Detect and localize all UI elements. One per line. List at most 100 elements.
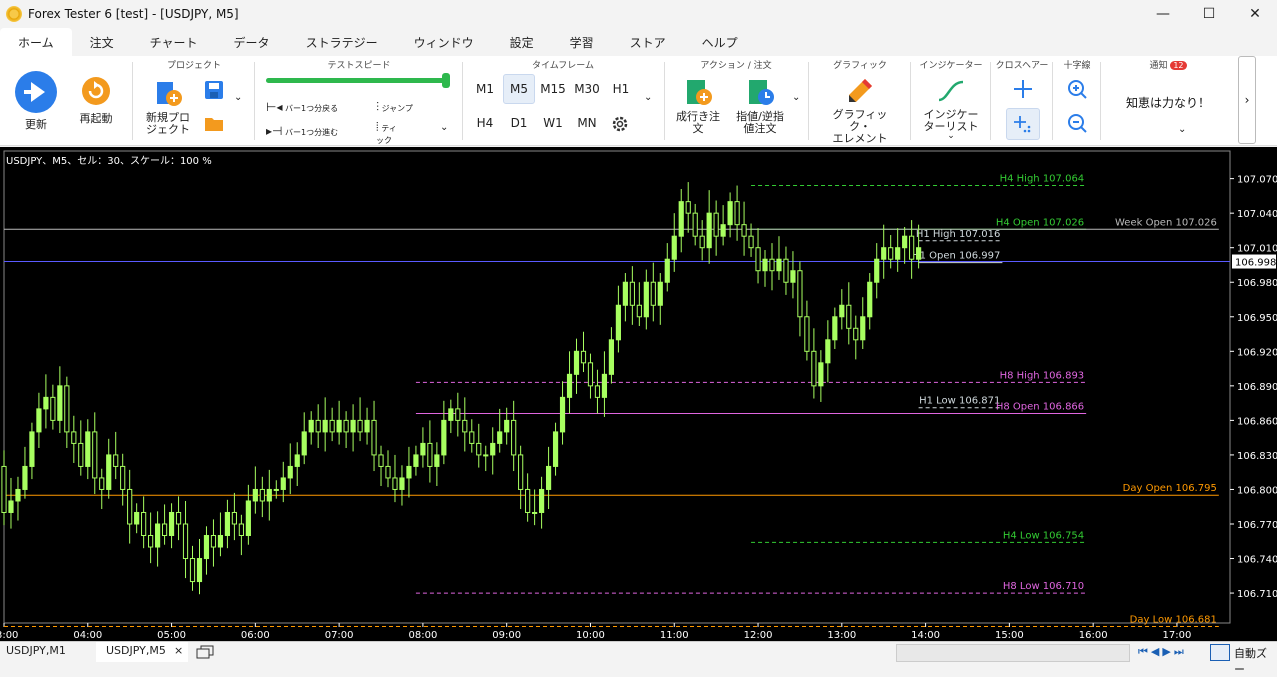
restart-button[interactable]: 再起動 — [74, 76, 118, 125]
time-tick-label: 17:00 — [1163, 630, 1192, 641]
indicator-title: インジケーター — [919, 61, 983, 71]
candle-body — [895, 247, 901, 260]
menu-8[interactable]: ストア — [612, 28, 684, 56]
chart-scrollbar[interactable] — [896, 644, 1130, 662]
zoom-in-button[interactable] — [1066, 78, 1088, 103]
candle-body — [804, 316, 810, 352]
graphic-group: グラフィック グラフィック・ エレメント ⌄ — [810, 56, 910, 153]
price-tick-label: 106.830 — [1237, 451, 1277, 462]
candle-body — [490, 442, 496, 456]
menu-7[interactable]: 学習 — [552, 28, 612, 56]
timeframe-chevron-icon[interactable]: ⌄ — [644, 92, 652, 103]
chart-info: USDJPY、M5、セル：30、スケール：100 % — [6, 156, 212, 167]
auto-zoom-toggle[interactable] — [1210, 644, 1230, 661]
level-label: H4 Low 106.754 — [1003, 530, 1084, 541]
graphic-elements-label: グラフィック・ エレメント — [832, 108, 888, 145]
candle-body — [427, 442, 433, 467]
crosshair-button[interactable] — [1012, 78, 1034, 103]
speed-slider[interactable] — [266, 73, 450, 88]
open-folder-button[interactable] — [204, 114, 224, 135]
indicator-chevron-icon[interactable]: ⌄ — [918, 132, 984, 141]
bar-forward-button[interactable]: ▸⊣ バー1つ分進む — [266, 124, 338, 138]
menu-0[interactable]: ホーム — [0, 28, 72, 56]
chevron-down-icon[interactable]: ⌄ — [234, 92, 242, 103]
limit-order-button[interactable]: 指値/逆指 値注文 — [730, 78, 790, 135]
candle-body — [399, 477, 405, 490]
timeframe-h1[interactable]: H1 — [605, 74, 637, 104]
menu-5[interactable]: ウィンドウ — [396, 28, 492, 56]
price-tick-label: 106.740 — [1237, 555, 1277, 566]
crosshair-icon — [1014, 80, 1032, 98]
level-label: H8 Open 106.866 — [996, 401, 1084, 412]
test-speed-group: テストスピード ⊢◂ バー1つ分戻る ▸⊣ バー1つ分進む ⫶ ジャンプ ⦙ テ… — [256, 56, 462, 146]
candle-body — [161, 523, 168, 537]
new-project-label: 新規プロ ジェクト — [146, 111, 190, 136]
candle-body — [860, 316, 866, 341]
speed-chevron-icon[interactable]: ⌄ — [440, 122, 448, 133]
bar-back-button[interactable]: ⊢◂ バー1つ分戻る — [266, 100, 338, 114]
action-chevron-icon[interactable]: ⌄ — [792, 92, 800, 103]
maximize-button[interactable]: ☐ — [1186, 0, 1232, 28]
candle-body — [916, 247, 922, 260]
candle-body — [692, 212, 698, 237]
candle-body — [559, 396, 566, 433]
candle-body — [846, 304, 852, 329]
update-button[interactable]: 更新 — [12, 70, 60, 131]
update-icon — [15, 71, 57, 113]
new-window-icon[interactable] — [196, 645, 214, 662]
timeframe-m1[interactable]: M1 — [469, 74, 501, 104]
window-title: Forex Tester 6 [test] - [USDJPY, M5] — [28, 7, 239, 21]
new-project-button[interactable]: 新規プロ ジェクト — [142, 78, 194, 136]
close-button[interactable]: ✕ — [1232, 0, 1277, 28]
candle-body — [420, 442, 426, 456]
candle-body — [350, 419, 356, 433]
last-bar-icon[interactable]: ⏭ — [1174, 645, 1187, 658]
speed-slider-handle[interactable] — [442, 73, 450, 88]
candle-body — [539, 488, 545, 513]
ribbon-scroll-right-button[interactable]: › — [1238, 56, 1256, 144]
timeframe-mn[interactable]: MN — [571, 108, 603, 138]
timeframe-w1[interactable]: W1 — [537, 108, 569, 138]
candle-body — [22, 465, 28, 490]
jump-button[interactable]: ⫶ ジャンプ — [376, 100, 413, 115]
update-label: 更新 — [25, 118, 47, 131]
crosshair-tool-button[interactable] — [1006, 108, 1040, 140]
menu-9[interactable]: ヘルプ — [684, 28, 756, 56]
timeframe-group: タイムフレーム M1 M5 M15 M30 H1 H4 D1 W1 MN ⌄ — [464, 56, 662, 146]
timeframe-m5[interactable]: M5 — [503, 74, 535, 104]
timeframe-m30[interactable]: M30 — [571, 74, 603, 104]
indicator-list-button[interactable]: インジケー ターリスト ⌄ — [918, 76, 984, 141]
market-order-button[interactable]: 成行き注 文 — [672, 78, 724, 135]
graphic-elements-button[interactable]: グラフィック・ エレメント ⌄ — [824, 76, 896, 153]
timeframe-h4[interactable]: H4 — [469, 108, 501, 138]
menu-6[interactable]: 設定 — [492, 28, 552, 56]
timeframe-d1[interactable]: D1 — [503, 108, 535, 138]
bar-forward-icon: ▸⊣ — [266, 124, 283, 138]
candle-body — [50, 396, 56, 421]
tab-usdjpy-m1[interactable]: USDJPY,M1 — [6, 644, 66, 657]
menu-1[interactable]: 注文 — [72, 28, 132, 56]
candle-body — [245, 500, 251, 537]
time-tick-label: 09:00 — [492, 630, 521, 641]
minimize-button[interactable]: — — [1140, 0, 1186, 28]
save-button[interactable] — [204, 80, 224, 103]
zoom-out-button[interactable] — [1066, 112, 1088, 137]
candle-body — [120, 465, 126, 490]
close-tab-icon[interactable]: × — [174, 644, 183, 657]
timeframe-m15[interactable]: M15 — [537, 74, 569, 104]
tab-usdjpy-m5[interactable]: USDJPY,M5 — [106, 644, 166, 657]
menu-2[interactable]: チャート — [132, 28, 216, 56]
prev-icon[interactable]: ◀ — [1151, 645, 1162, 658]
notice-chevron-icon[interactable]: ⌄ — [1178, 124, 1186, 135]
price-chart[interactable]: 107.070 107.040 107.010 106.980 106.950 106.9… — [0, 147, 1277, 641]
next-icon[interactable]: ▶ — [1162, 645, 1173, 658]
chart-canvas[interactable]: 107.070 107.040 107.010 106.980 106.950 106.9… — [0, 147, 1277, 641]
candle-body — [210, 535, 217, 548]
timeframe-settings-button[interactable] — [610, 114, 630, 137]
first-bar-icon[interactable]: ⏮ — [1138, 645, 1151, 658]
limit-order-label: 指値/逆指 値注文 — [736, 110, 784, 135]
tick-button[interactable]: ⦙ ティ ック — [376, 120, 397, 146]
menu-3[interactable]: データ — [216, 28, 288, 56]
menu-4[interactable]: ストラテジー — [288, 28, 396, 56]
candle-body — [511, 419, 517, 456]
